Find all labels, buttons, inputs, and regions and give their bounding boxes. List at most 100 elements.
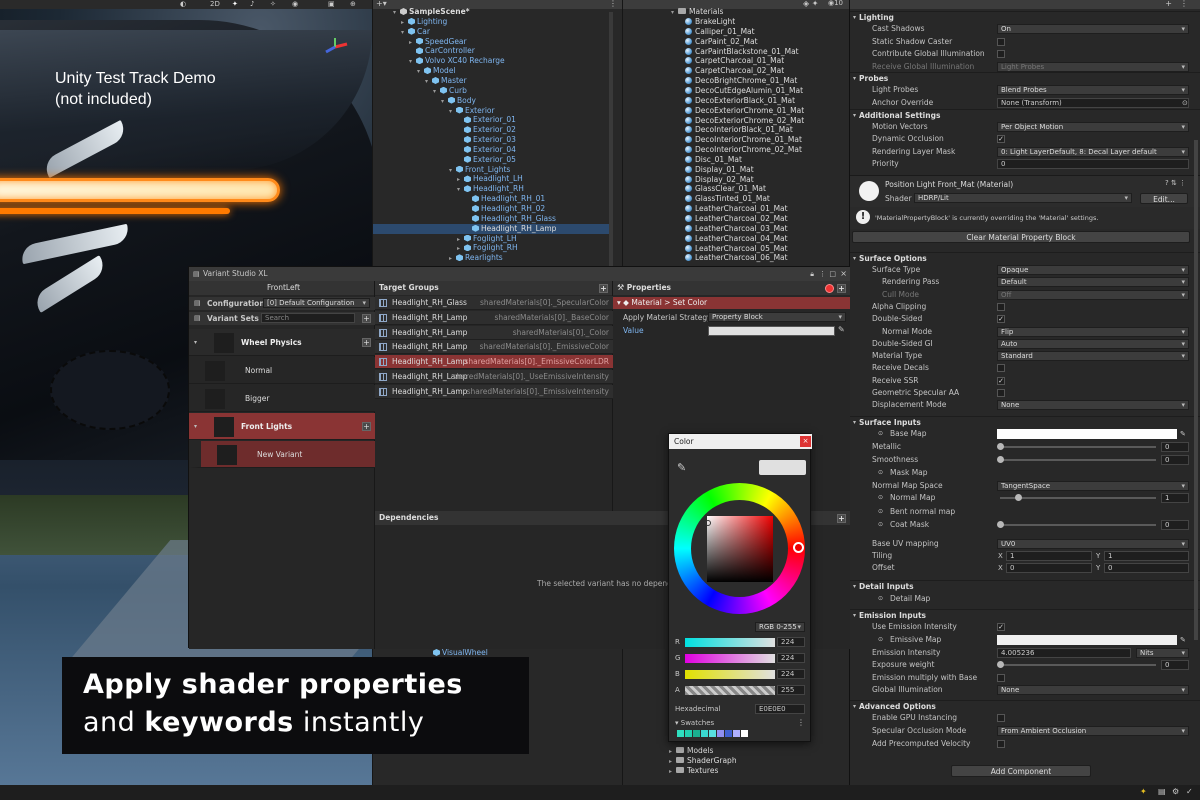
inspector-dropdown[interactable]: Blend Probes: [997, 85, 1189, 95]
network-icon[interactable]: ▤: [1158, 787, 1166, 796]
variant-search-input[interactable]: Search: [261, 313, 355, 323]
close-icon[interactable]: ×: [800, 436, 811, 447]
scene-orientation-gizmo[interactable]: [320, 36, 350, 58]
texture-picker-icon[interactable]: ⊙: [878, 506, 883, 518]
color-swatch[interactable]: [693, 730, 700, 737]
metallic-input[interactable]: 0: [1161, 442, 1189, 452]
channel-slider[interactable]: [685, 654, 775, 663]
inspector-dropdown[interactable]: Opaque: [997, 265, 1189, 275]
color-mode-dropdown[interactable]: RGB 0-255: [755, 622, 805, 632]
sv-cursor[interactable]: [705, 520, 711, 526]
color-picker-titlebar[interactable]: Color ×: [669, 434, 812, 449]
channel-slider[interactable]: [685, 686, 775, 695]
eyedropper-icon[interactable]: ✎: [677, 461, 686, 474]
check-icon[interactable]: ✓: [1186, 787, 1193, 796]
inspector-dropdown[interactable]: None: [997, 400, 1189, 411]
material-item[interactable]: Display_01_Mat: [685, 165, 754, 175]
smoothness-input[interactable]: 0: [1161, 455, 1189, 465]
hierarchy-row[interactable]: CarController: [373, 46, 609, 56]
configuration-dropdown[interactable]: [0] Default Configuration: [263, 298, 370, 308]
hierarchy-row[interactable]: Headlight_RH_Lamp: [373, 223, 609, 234]
target-group-row[interactable]: Headlight_RH_Lamp sharedMaterials[0]._Col…: [375, 325, 613, 340]
inspector-checkbox[interactable]: [997, 50, 1005, 58]
material-item[interactable]: LeatherCharcoal_06_Mat: [685, 253, 788, 263]
target-group-row[interactable]: Headlight_RH_Lamp sharedMaterials[0]._Use…: [375, 370, 613, 384]
hierarchy-row[interactable]: ▾ Headlight_RH: [373, 184, 609, 194]
material-item[interactable]: DecoExteriorChrome_01_Mat: [685, 106, 804, 116]
shader-dropdown[interactable]: HDRP/Lit: [914, 193, 1132, 203]
target-group-row[interactable]: Headlight_RH_Lamp sharedMaterials[0]._Emi…: [375, 384, 613, 399]
hierarchy-row[interactable]: ▾ Exterior: [373, 106, 609, 116]
normal-scale-slider[interactable]: [1000, 497, 1156, 499]
apply-strategy-dropdown[interactable]: Property Block: [708, 312, 846, 322]
normal-scale-input[interactable]: 1: [1161, 493, 1189, 503]
variant-set-row[interactable]: ▾ Front Lights +: [189, 413, 375, 440]
project-filter-icon[interactable]: ◈ ✦: [803, 0, 818, 8]
add-component-button[interactable]: Add Component: [951, 765, 1091, 777]
inspector-dropdown[interactable]: Standard: [997, 351, 1189, 362]
color-swatch[interactable]: [677, 730, 684, 737]
inspector-checkbox[interactable]: [997, 37, 1005, 46]
channel-slider[interactable]: [685, 638, 775, 647]
coat-mask-input[interactable]: 0: [1161, 520, 1189, 530]
inspector-dropdown[interactable]: Light Probes: [997, 61, 1189, 72]
material-item[interactable]: LeatherCharcoal_03_Mat: [685, 224, 788, 234]
inspector-checkbox[interactable]: [997, 302, 1005, 311]
inspector-dropdown[interactable]: TangentSpace: [997, 481, 1189, 491]
inspector-input[interactable]: 0: [997, 158, 1189, 169]
maximize-icon[interactable]: □: [829, 267, 836, 281]
add-property-button[interactable]: +: [837, 284, 846, 293]
hierarchy-row[interactable]: ▾ Body: [373, 96, 609, 106]
color-swatch[interactable]: [717, 730, 724, 737]
color-swatch[interactable]: [685, 730, 692, 737]
add-variant-button[interactable]: +: [362, 422, 371, 431]
slider-knob[interactable]: [997, 661, 1004, 668]
inspector-slider[interactable]: [1000, 664, 1156, 666]
saturation-value-square[interactable]: [707, 516, 773, 582]
inspector-section-header[interactable]: ▾ Advanced Options: [850, 700, 1200, 712]
project-folder-row[interactable]: ▸ Models: [669, 746, 713, 756]
material-item[interactable]: Disc_01_Mat: [685, 155, 742, 165]
property-action-row[interactable]: ▾ ◆ Material > Set Color: [613, 297, 850, 309]
headlight-strip-selected[interactable]: [0, 178, 280, 202]
color-swatch[interactable]: [725, 730, 732, 737]
channel-input[interactable]: 255: [777, 685, 805, 695]
texture-picker-icon[interactable]: ⊙: [878, 593, 883, 605]
inspector-scrollbar[interactable]: [1194, 140, 1198, 640]
inspector-dropdown[interactable]: None: [997, 685, 1189, 695]
hierarchy-row[interactable]: ▾ Car: [373, 27, 609, 37]
material-item[interactable]: BrakeLight: [685, 17, 735, 27]
audio-toggle-icon[interactable]: ♪: [250, 0, 254, 8]
hierarchy-row[interactable]: ▾ Curb: [373, 86, 609, 96]
camera-icon[interactable]: ▣: [328, 0, 335, 8]
inspector-checkbox[interactable]: [997, 364, 1005, 373]
material-item[interactable]: Calliper_01_Mat: [685, 27, 755, 37]
inspector-dropdown[interactable]: Auto: [997, 338, 1189, 349]
material-item[interactable]: DecoExteriorBlack_01_Mat: [685, 96, 795, 106]
target-group-row[interactable]: Headlight_RH_Lamp sharedMaterials[0]._Bas…: [375, 310, 613, 325]
hue-cursor[interactable]: [793, 542, 804, 553]
object-picker-icon[interactable]: ⊙: [1182, 97, 1188, 109]
material-item[interactable]: CarPaint_02_Mat: [685, 37, 758, 47]
hierarchy-row[interactable]: ▸ Foglight_RH: [373, 243, 609, 253]
inspector-dropdown[interactable]: UV0: [997, 539, 1189, 549]
hierarchy-row[interactable]: ▸ Headlight_LH: [373, 174, 609, 184]
hierarchy-row[interactable]: ▸ Rearlights: [373, 253, 609, 263]
offset-y-input[interactable]: 0: [1104, 563, 1189, 573]
lock-icon[interactable]: 🔒︎: [810, 267, 814, 281]
material-item[interactable]: LeatherCharcoal_05_Mat: [685, 244, 788, 254]
channel-slider[interactable]: [685, 670, 775, 679]
variant-studio-titlebar[interactable]: ▤ Variant Studio XL 🔒︎ ⋮ □ ×: [189, 267, 850, 281]
eyedropper-icon[interactable]: ✎: [838, 325, 845, 334]
add-variant-button[interactable]: +: [362, 338, 371, 347]
inspector-dropdown[interactable]: Per Object Motion: [997, 122, 1189, 132]
record-icon[interactable]: [825, 284, 834, 293]
channel-input[interactable]: 224: [777, 637, 805, 647]
inspector-section-header[interactable]: ▾ Lighting: [850, 11, 1200, 23]
variant-set-row[interactable]: ▾ Wheel Physics +: [189, 329, 375, 356]
hierarchy-scrollbar[interactable]: [609, 12, 613, 267]
base-color-field[interactable]: [997, 429, 1177, 439]
material-item[interactable]: CarpetCharcoal_02_Mat: [685, 66, 784, 76]
inspector-checkbox[interactable]: [997, 674, 1005, 682]
lighting-toggle-icon[interactable]: ✦: [232, 0, 238, 8]
